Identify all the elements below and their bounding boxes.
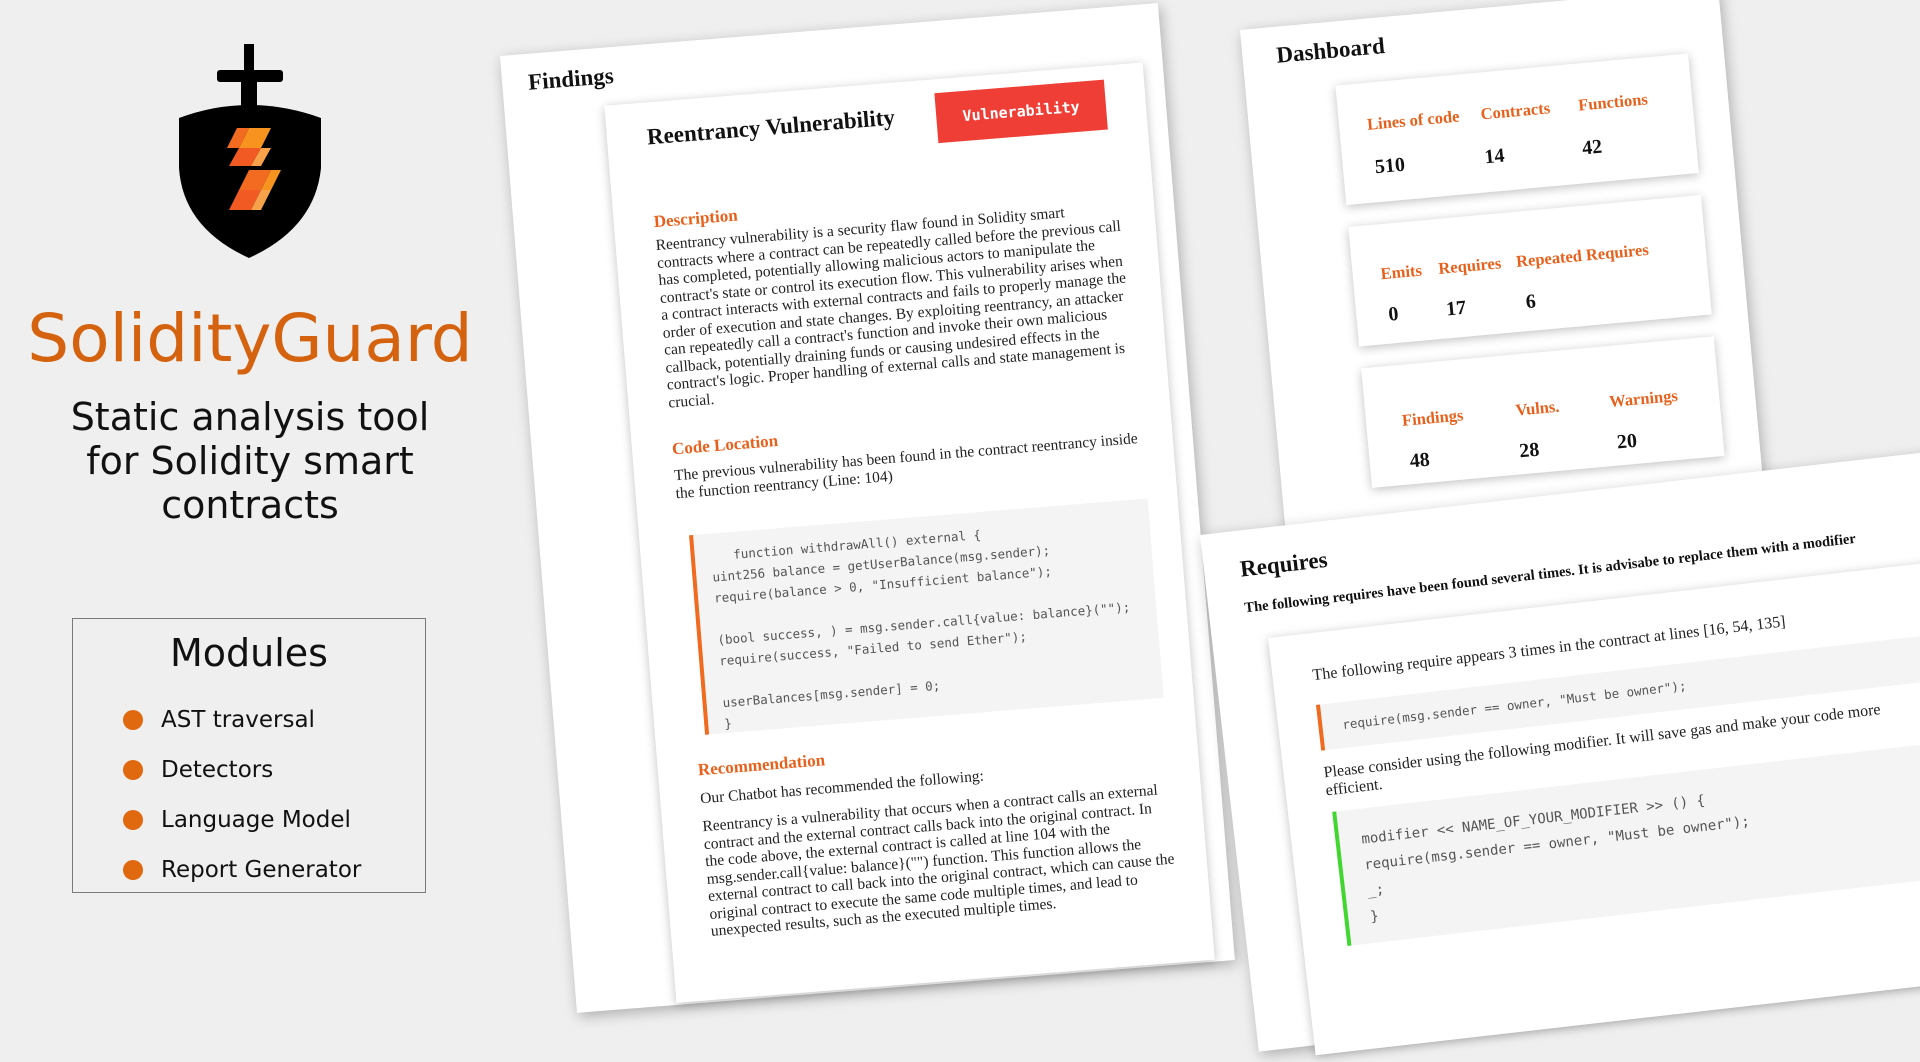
- modules-box: Modules AST traversal Detectors Language…: [72, 618, 426, 893]
- require-card: The following require appears 3 times in…: [1268, 554, 1920, 1056]
- findings-page-title: Findings: [527, 62, 615, 95]
- stat-label: Functions: [1577, 89, 1649, 115]
- stat-value: 20: [1615, 429, 1638, 454]
- stat-value: 48: [1408, 448, 1431, 473]
- dashboard-page-title: Dashboard: [1275, 33, 1386, 68]
- finding-card: Reentrancy Vulnerability Vulnerability D…: [604, 62, 1215, 1003]
- stat-label: Contracts: [1479, 98, 1551, 124]
- recommendation-heading: Recommendation: [697, 750, 826, 780]
- list-item: Report Generator: [123, 845, 425, 895]
- stat-value: 42: [1581, 135, 1604, 160]
- dashboard-page: Dashboard Lines of code Contracts Functi…: [1240, 0, 1767, 558]
- code-location-heading: Code Location: [671, 430, 779, 459]
- bullet-dot-icon: [123, 760, 143, 780]
- description-text: Reentrancy vulnerability is a security f…: [655, 204, 1127, 412]
- requires-page-title: Requires: [1238, 546, 1329, 582]
- brand-name: SolidityGuard: [27, 300, 473, 377]
- stat-value: 510: [1374, 153, 1406, 179]
- recommendation-text: Reentrancy is a vulnerability that occur…: [701, 781, 1176, 940]
- stat-label: Warnings: [1608, 385, 1679, 412]
- stat-value: 0: [1387, 302, 1400, 326]
- modules-list: AST traversal Detectors Language Model R…: [73, 695, 425, 895]
- shield-sword-icon: [179, 44, 321, 258]
- stat-value: 14: [1483, 144, 1506, 169]
- stat-label: Requires: [1437, 253, 1502, 278]
- stats-card-findings: Findings Vulns. Warnings 48 28 20: [1361, 336, 1725, 488]
- list-item: Language Model: [123, 795, 425, 845]
- stat-label: Repeated Requires: [1515, 239, 1650, 271]
- list-item: AST traversal: [123, 695, 425, 745]
- description-heading: Description: [653, 205, 739, 232]
- stats-card-code: Lines of code Contracts Functions 510 14…: [1335, 53, 1699, 206]
- list-item: Detectors: [123, 745, 425, 795]
- stats-card-requires: Emits Requires Repeated Requires 0 17 6: [1348, 194, 1712, 347]
- stat-label: Lines of code: [1366, 106, 1461, 134]
- stat-label: Vulns.: [1514, 396, 1561, 420]
- stat-value: 17: [1445, 296, 1468, 321]
- bullet-dot-icon: [123, 860, 143, 880]
- findings-page: Findings Reentrancy Vulnerability Vulner…: [500, 3, 1235, 1013]
- stat-value: 6: [1524, 290, 1537, 314]
- modules-title: Modules: [170, 631, 328, 675]
- bullet-dot-icon: [123, 810, 143, 830]
- requires-page: Requires The following requires have bee…: [1200, 446, 1920, 1056]
- stat-label: Emits: [1379, 260, 1423, 284]
- stat-value: 28: [1518, 438, 1541, 463]
- vulnerable-code-block: function withdrawAll() external { uint25…: [689, 498, 1164, 735]
- bullet-dot-icon: [123, 710, 143, 730]
- stat-label: Findings: [1401, 405, 1465, 430]
- finding-title: Reentrancy Vulnerability: [645, 104, 896, 150]
- tagline: Static analysis tool for Solidity smart …: [70, 395, 430, 527]
- severity-badge: Vulnerability: [934, 79, 1108, 144]
